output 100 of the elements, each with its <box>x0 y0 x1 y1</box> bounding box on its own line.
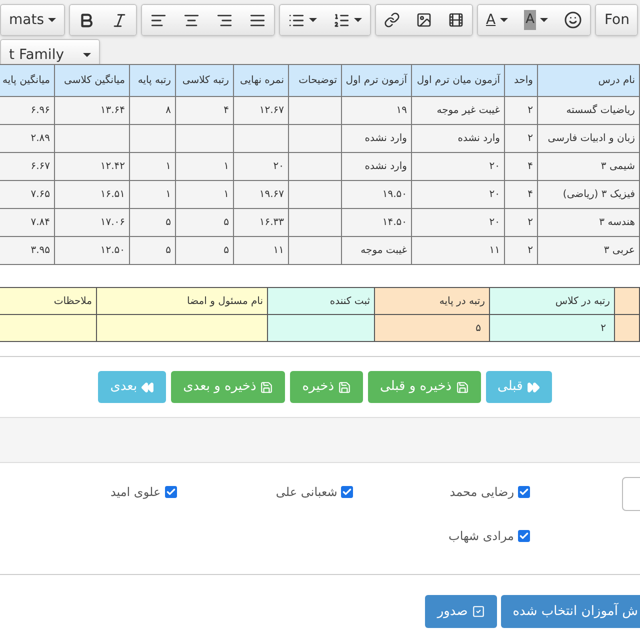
numbered-list-icon <box>333 12 350 28</box>
table-cell: ۱۶.۵۱ <box>100 189 125 200</box>
table-cell: ۵ <box>166 217 171 228</box>
table-cell: وارد نشده <box>364 161 407 172</box>
table-cell: ۵ <box>166 245 171 256</box>
student-checkbox[interactable]: رضایی محمد <box>353 483 530 501</box>
link-button[interactable] <box>376 5 408 35</box>
table-cell: ۵ <box>476 322 481 334</box>
table-cell: ۲ <box>600 322 606 334</box>
table-cell: ۲۰ <box>273 161 284 172</box>
table-cell: ۲۰ <box>489 189 500 200</box>
checkbox[interactable] <box>518 486 530 498</box>
column-header: آزمون میان ترم اول <box>412 64 504 96</box>
formats-dropdown[interactable]: mats <box>1 5 64 35</box>
table-cell: ریاضیات گسسته <box>566 105 635 116</box>
column-header: رتبه کلاسی <box>176 64 234 96</box>
caret-icon <box>354 18 362 22</box>
table-cell: ۱ <box>166 189 171 200</box>
table-cell: ۲ <box>528 133 533 144</box>
student-checkbox[interactable]: شعبانی علی <box>176 483 354 501</box>
column-header: نمره نهایی <box>234 64 288 96</box>
table-cell: غیبت موجه <box>360 245 407 256</box>
save-icon <box>456 380 469 394</box>
bullet-list-button[interactable] <box>280 5 325 35</box>
save-icon <box>338 380 351 394</box>
action-button[interactable]: ش آموزان انتخاب شده <box>500 595 640 628</box>
checkbox[interactable] <box>518 530 530 542</box>
table-cell: ۱۷.۰۶ <box>100 217 125 228</box>
table-cell: ۶.۶۷ <box>30 161 50 172</box>
table-cell: ۱۹ <box>396 105 407 116</box>
column-header: رتبه در کلاس <box>490 288 614 314</box>
align-left-button[interactable] <box>142 5 175 35</box>
table-cell: ۲۰ <box>489 217 500 228</box>
italic-button[interactable] <box>103 5 136 35</box>
table-cell: وارد نشده <box>458 133 500 144</box>
video-button[interactable] <box>440 5 472 35</box>
smiley-icon <box>564 11 582 29</box>
caret-icon <box>540 18 548 22</box>
link-icon <box>384 12 400 28</box>
table-cell: ۷.۸۴ <box>30 217 50 228</box>
table-cell: ۲ <box>528 245 533 256</box>
bold-button[interactable] <box>70 5 103 35</box>
justify-button[interactable] <box>241 5 274 35</box>
table-cell: هندسه ۳ <box>599 217 635 228</box>
column-header: ملاحظات <box>0 288 96 314</box>
table-cell: ۱ <box>224 161 229 172</box>
rewind-icon <box>141 380 154 394</box>
numbered-list-button[interactable] <box>325 5 370 35</box>
film-icon <box>448 12 464 28</box>
column-header: آزمون ترم اول <box>342 64 412 96</box>
table-cell: ۴ <box>528 189 533 200</box>
font-size-dropdown[interactable]: Fon <box>596 5 638 35</box>
table-cell: زبان و ادبیات فارسی <box>548 133 635 144</box>
image-icon <box>416 12 432 28</box>
checkbox[interactable] <box>164 486 177 498</box>
font-family-dropdown[interactable]: t Family <box>1 40 99 64</box>
checkbox[interactable] <box>341 486 354 498</box>
table-cell: ۵ <box>224 217 229 228</box>
column-header: نام درس <box>538 64 640 96</box>
student-checkbox[interactable]: مرادی شهاب <box>353 527 530 545</box>
caret-icon <box>309 18 317 22</box>
text-color-button[interactable]: A <box>478 5 516 35</box>
table-cell: ۴ <box>528 161 533 172</box>
table-cell: عربی ۳ <box>604 245 635 256</box>
table-cell: ۱۲.۵۰ <box>100 245 125 256</box>
table-cell: ۱۳.۶۴ <box>100 105 125 116</box>
column-header: ثبت کننده <box>268 288 374 314</box>
table-cell: ۴ <box>224 105 229 116</box>
action-button[interactable]: صدور <box>425 595 497 628</box>
table-cell: ۳.۹۵ <box>30 245 50 256</box>
table-cell: شیمی ۳ <box>600 161 635 172</box>
column-header: نام مسئول و امضا <box>96 288 268 314</box>
table-cell: ۶.۹۶ <box>30 105 50 116</box>
table-cell: ۱۴.۵۰ <box>382 217 407 228</box>
table-cell: ۱۶.۳۳ <box>259 217 284 228</box>
column-header: رتبه پایه <box>130 64 176 96</box>
check-square-icon <box>472 605 485 618</box>
column-header: واحد <box>504 64 538 96</box>
table-cell: ۲ <box>528 105 533 116</box>
fast-forward-icon <box>526 380 540 394</box>
save-icon <box>260 380 274 394</box>
table-cell: ۸ <box>166 105 171 116</box>
emoji-button[interactable] <box>556 5 590 35</box>
table-cell: فیزیک ۳ (ریاضی) <box>562 189 635 200</box>
table-cell: ۲۰ <box>489 161 500 172</box>
table-cell: ۱۱ <box>273 245 284 256</box>
table-cell: ۱۱ <box>489 245 500 256</box>
table-cell: ۱۲.۴۲ <box>100 161 125 172</box>
table-cell: ۱ <box>224 189 229 200</box>
table-cell: ۵ <box>224 245 229 256</box>
column-header: میانگین کلاسی <box>54 64 130 96</box>
column-header: توضیحات <box>288 64 342 96</box>
caret-icon <box>500 18 508 22</box>
table-cell: ۷.۶۵ <box>30 189 50 200</box>
table-cell: وارد نشده <box>364 133 407 144</box>
bold-icon <box>78 12 95 28</box>
student-checkbox[interactable]: علوی امید <box>0 483 177 501</box>
column-header: میانگین پایه <box>0 64 54 96</box>
background-color-button[interactable]: A <box>516 5 556 35</box>
table-cell: ۱۹.۶۷ <box>259 189 284 200</box>
